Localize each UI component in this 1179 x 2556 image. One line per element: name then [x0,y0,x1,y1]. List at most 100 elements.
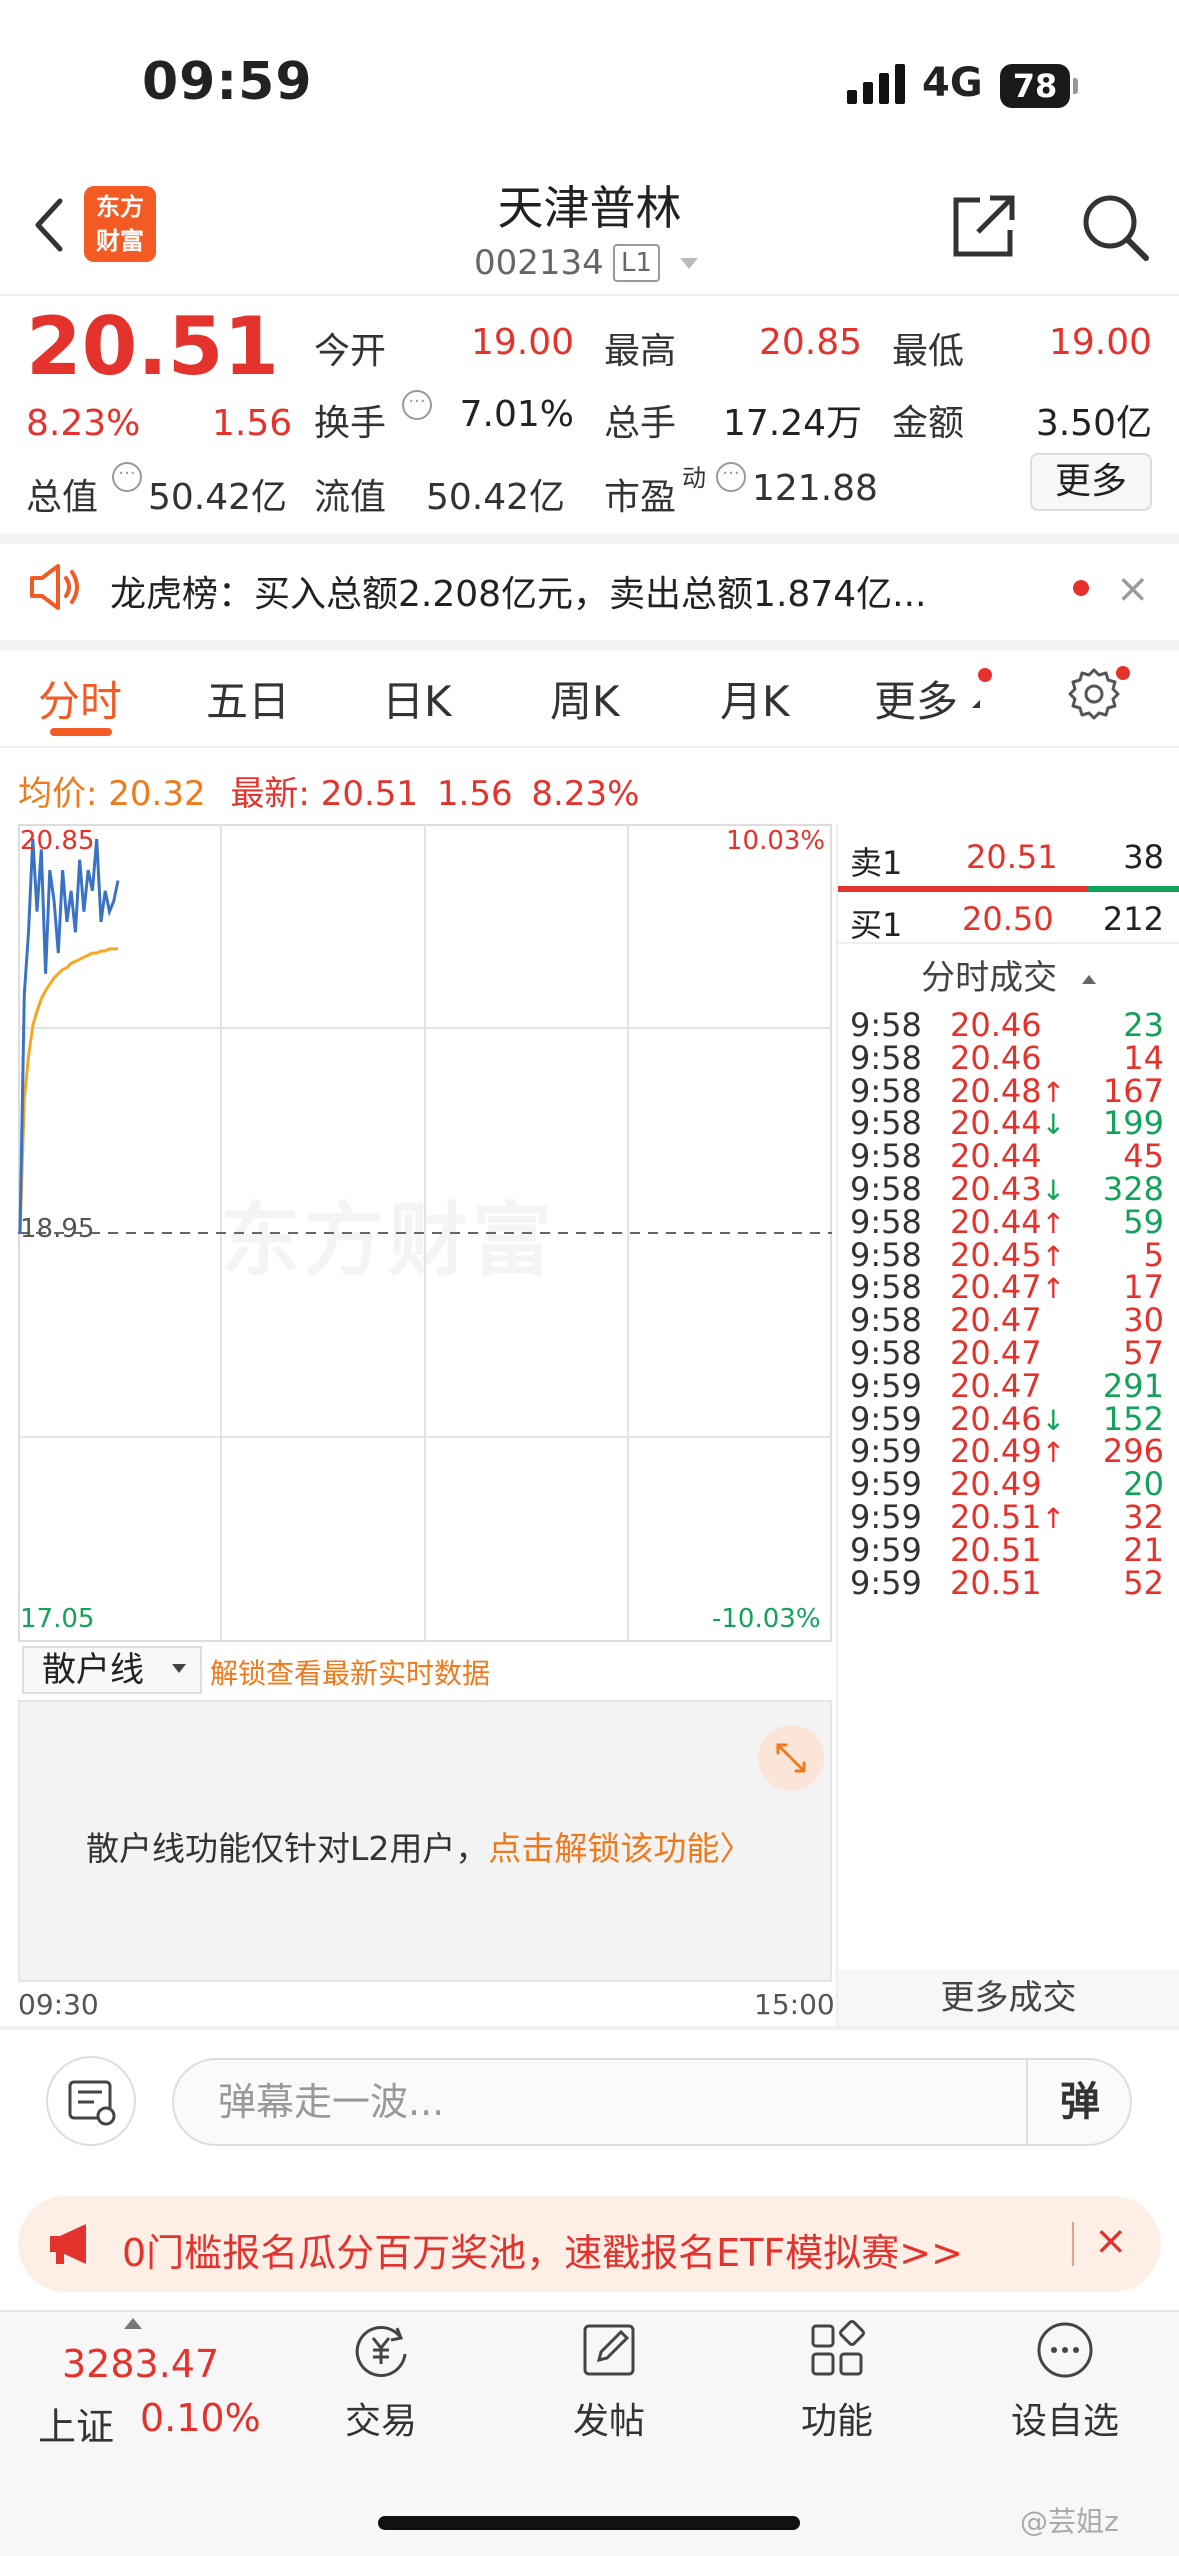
pe-sup: 动 [682,464,706,492]
nav-function-label: 功能 [800,2401,873,2442]
unlock-link[interactable]: 解锁查看最新实时数据 [210,1652,490,1692]
y-top-label: 20.85 [20,826,95,856]
bid-label: 买1 [850,906,903,944]
unread-dot [1073,580,1089,596]
avg-label: 均价: [18,774,98,814]
divider [836,824,838,2026]
nav-post[interactable]: 发帖 [534,2318,684,2444]
network-type: 4G [922,60,983,106]
intraday-chart[interactable] [18,824,832,1642]
volume-label: 总手 [604,403,677,444]
high-label: 最高 [604,331,677,372]
high-value: 20.85 [758,322,862,363]
chevron-down-icon[interactable] [172,1664,186,1673]
unlock-feature-link[interactable]: 点击解锁该功能〉 [488,1829,752,1868]
more-button[interactable]: 更多 [1030,453,1152,511]
open-label: 今开 [314,331,387,372]
trades-title[interactable]: 分时成交 [838,950,1179,999]
signal-icon [847,64,905,104]
y-bottom-label: 17.05 [20,1604,95,1634]
expand-button[interactable] [758,1725,824,1791]
close-icon[interactable]: × [1116,566,1150,612]
nav-trade[interactable]: 交易 [306,2318,456,2444]
mcap-value: 50.42亿 [148,477,288,518]
change-percent: 8.23% [26,403,141,444]
more-trades-button[interactable]: 更多成交 [838,1970,1179,2026]
danmu-send-button[interactable]: 弹 [1026,2058,1132,2146]
tab-daily-k[interactable]: 日K [382,668,452,729]
trade-price: 20.51 [950,1563,1042,1602]
divider [0,640,1179,650]
share-icon[interactable] [950,192,1020,260]
ask-volume: 38 [1123,838,1164,876]
edit-icon [583,2324,635,2376]
unread-dot [978,668,992,682]
announcement-text[interactable]: 龙虎榜：买入总额2.208亿元，卖出总额1.874亿... [110,565,926,617]
danmu-toggle[interactable] [46,2056,136,2146]
divider [0,534,1179,544]
avg-price-line [18,947,118,1234]
search-icon[interactable] [1080,192,1150,262]
status-time: 09:59 [142,52,313,112]
pe-label: 市盈 [604,477,677,518]
index-pct[interactable]: 0.10% [140,2396,261,2440]
trade-time: 9:59 [850,1563,922,1602]
danmu-input[interactable]: 弹幕走一波... [172,2058,1132,2146]
pe-value: 121.88 [752,468,878,509]
close-icon[interactable]: × [1094,2218,1128,2264]
chevron-up-icon[interactable] [124,2318,142,2329]
divider [0,2026,1179,2030]
promo-text[interactable]: 0门槛报名瓜分百万奖池，速戳报名ETF模拟赛>> [122,2222,963,2277]
user-watermark: @芸姐z [1020,2505,1119,2538]
tab-weekly-k[interactable]: 周K [550,668,620,729]
trade-volume: 52 [1123,1563,1164,1602]
gear-icon[interactable] [1068,668,1120,720]
bid-bar [1088,886,1179,892]
index-name[interactable]: 上证 [38,2396,114,2451]
nav-trade-label: 交易 [344,2401,417,2442]
tab-intraday[interactable]: 分时 [38,668,122,729]
ask-label: 卖1 [850,844,903,882]
nav-function[interactable]: 功能 [762,2318,912,2444]
info-icon[interactable]: ··· [716,462,746,492]
nav-add-watchlist[interactable]: 设自选 [990,2318,1140,2444]
home-indicator[interactable] [378,2516,800,2530]
speaker-icon [30,564,79,610]
level-badge[interactable]: L1 [613,244,661,282]
l2-message-text: 散户线功能仅针对L2用户， [86,1829,489,1868]
info-icon[interactable]: ··· [112,462,142,492]
current-price: 20.51 [26,300,280,393]
grid-icon [811,2320,865,2376]
nav-add-watchlist-label: 设自选 [1010,2401,1119,2442]
y-mid-label: 18.95 [20,1214,95,1244]
info-icon[interactable]: ··· [402,390,432,420]
chevron-down-icon[interactable] [680,258,698,269]
tab-more[interactable]: 更多 [874,668,958,729]
price-line [18,838,120,1234]
divider [0,294,1179,296]
ask-price: 20.51 [966,838,1058,876]
tab-five-day[interactable]: 五日 [206,668,290,729]
float-value: 50.42亿 [426,477,566,518]
danmu-icon [68,2080,116,2126]
divider [0,746,1179,748]
nav-post-label: 发帖 [572,2401,645,2442]
index-value[interactable]: 3283.47 [62,2342,219,2386]
amount-label: 金额 [892,403,965,444]
battery-icon: 78 [1000,64,1070,108]
tab-monthly-k[interactable]: 月K [720,668,790,729]
volume-value: 17.24万 [722,403,862,444]
latest-pct: 8.23% [531,774,640,814]
divider [1072,2222,1074,2266]
turnover-value: 7.01% [459,394,574,435]
latest-value: 20.51 [320,774,419,814]
turnover-label: 换手 [314,403,387,444]
yuan-cycle-icon [355,2325,407,2377]
sort-caret-icon [1081,975,1096,984]
tab-active-indicator [50,728,112,736]
more-dots-icon [1037,2322,1093,2378]
avg-value: 20.32 [108,774,206,814]
more-caret-icon [972,700,980,708]
bid-volume: 212 [1102,900,1164,938]
x-end-label: 15:00 [754,1988,835,2021]
